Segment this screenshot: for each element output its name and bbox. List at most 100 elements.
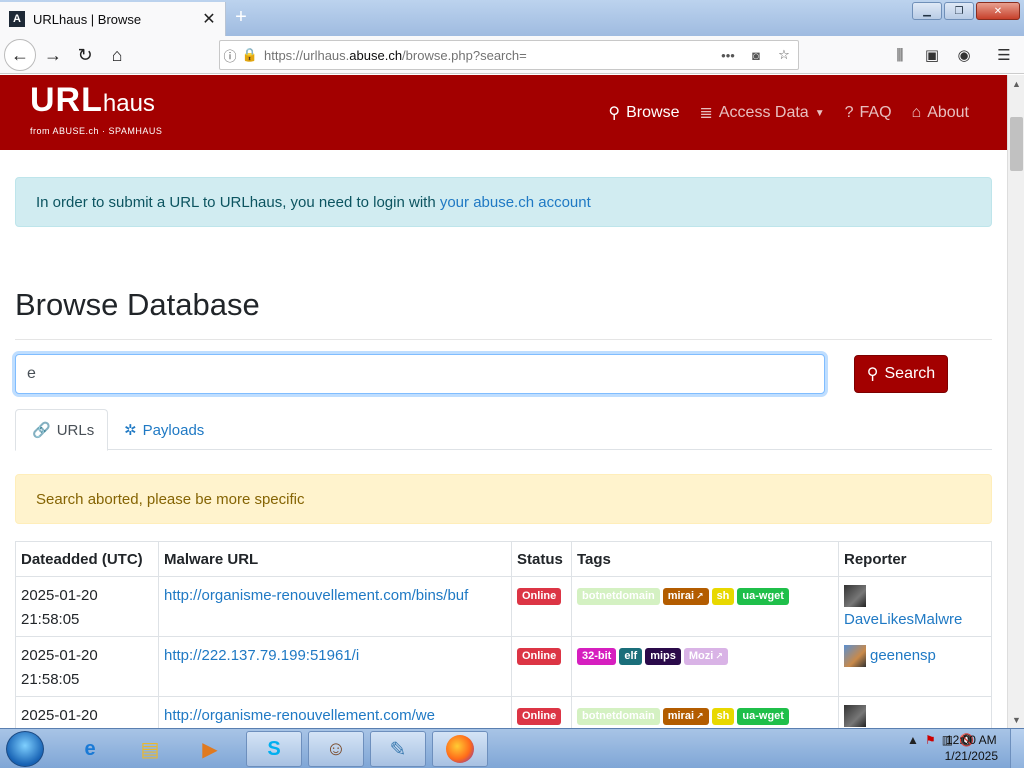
search-button[interactable]: ⚲ Search [854, 355, 948, 393]
tag-badge[interactable]: ua-wget [737, 707, 789, 725]
col-dateadded[interactable]: Dateadded (UTC) [15, 541, 159, 577]
time-text: 21:58:05 [21, 611, 80, 628]
scroll-thumb[interactable] [1010, 117, 1023, 171]
cell-status: Online [511, 576, 572, 637]
close-tab-icon[interactable]: ✕ [199, 9, 219, 29]
malware-url-link[interactable]: http://organisme-renouvellement.com/bins… [164, 587, 468, 604]
table-row: 2025-01-20 21:58:05 http://organisme-renou… [15, 576, 992, 637]
clock[interactable]: 12:00 AM 1/21/2025 [945, 732, 998, 764]
search-input[interactable] [15, 354, 825, 394]
tag-badge[interactable]: mirai ↗ [662, 587, 709, 605]
tag-label: mips [650, 649, 676, 662]
tab-urls[interactable]: 🔗 URLs [15, 409, 108, 451]
tag-badge[interactable]: botnetdomain [577, 587, 660, 605]
building-icon: ⌂ [911, 104, 922, 121]
skype-icon[interactable]: S [246, 731, 302, 767]
info-icon[interactable]: ⓘ [220, 46, 240, 65]
account-icon[interactable]: ◉ [950, 40, 978, 70]
internet-explorer-icon[interactable]: e [62, 731, 118, 767]
reporter-link[interactable]: geenensp [870, 647, 936, 664]
reload-button[interactable]: ↻ [70, 40, 100, 70]
external-link-icon: ↗ [696, 710, 704, 721]
back-button[interactable]: ← [4, 39, 36, 71]
library-icon[interactable]: ⫼ [886, 40, 914, 70]
abuse-account-link[interactable]: your abuse.ch account [440, 194, 591, 211]
home-button[interactable]: ⌂ [102, 40, 132, 70]
tag-badge[interactable]: sh [711, 707, 735, 725]
page-actions-icon[interactable]: ••• [714, 48, 742, 63]
address-bar[interactable]: ⓘ 🔒 https://urlhaus.abuse.ch/browse.php?… [219, 40, 799, 70]
show-desktop-button[interactable] [1010, 729, 1024, 768]
question-icon: ? [844, 104, 854, 121]
menu-hamburger-icon[interactable]: ☰ [990, 40, 1018, 70]
logo-from: from ABUSE.ch · SPAMHAUS [30, 126, 163, 136]
reporter-avatar[interactable] [844, 705, 866, 728]
malware-url-link[interactable]: http://222.137.79.199:51961/i [164, 647, 359, 664]
tag-badge[interactable]: mips [645, 647, 681, 665]
tab-payloads[interactable]: ✲ Payloads [108, 409, 220, 451]
page-scrollbar[interactable]: ▲ ▼ [1007, 75, 1024, 728]
urlhaus-logo[interactable]: URLhaus from ABUSE.ch · SPAMHAUS [30, 81, 162, 136]
cell-tags: 32-bit elf mips Mozi ↗ [571, 636, 839, 697]
tag-badge[interactable]: sh [711, 587, 735, 605]
reporter-avatar[interactable] [844, 645, 866, 668]
media-player-icon[interactable]: ▶ [182, 731, 238, 767]
bookmark-star-icon[interactable]: ☆ [770, 47, 798, 63]
maximize-button[interactable]: ❐ [944, 2, 974, 20]
notepad-icon[interactable]: ✎ [370, 731, 426, 767]
browser-tab-active[interactable]: A URLhaus | Browse ✕ [0, 2, 226, 36]
tag-badge[interactable]: mirai ↗ [662, 707, 709, 725]
gear-icon: ✲ [124, 422, 137, 439]
nav-access-data-label: Access Data [718, 104, 809, 121]
nav-about-label: About [927, 104, 969, 121]
site-header: URLhaus from ABUSE.ch · SPAMHAUS ⚲ Browse… [0, 75, 1007, 150]
col-reporter[interactable]: Reporter [838, 541, 992, 577]
tag-label: botnetdomain [582, 589, 655, 602]
col-tags[interactable]: Tags [571, 541, 839, 577]
cell-malware-url: http://organisme-renouvellement.com/we [158, 696, 512, 728]
pocket-icon[interactable]: ◙ [742, 48, 770, 63]
minimize-button[interactable]: ▁ [912, 2, 942, 20]
scroll-up-icon[interactable]: ▲ [1008, 75, 1024, 92]
tag-badge[interactable]: botnetdomain [577, 707, 660, 725]
reload-icon: ↻ [77, 44, 93, 65]
nav-faq[interactable]: ? FAQ [845, 103, 892, 123]
cell-tags: botnetdomain mirai ↗ sh ua-wget [571, 696, 839, 728]
database-icon: ≣ [699, 105, 713, 122]
scroll-down-icon[interactable]: ▼ [1008, 711, 1024, 728]
col-status[interactable]: Status [511, 541, 572, 577]
search-icon: ⚲ [866, 366, 879, 383]
table-body: 2025-01-20 21:58:05 http://organisme-renou… [15, 576, 992, 728]
caret-down-icon: ▼ [814, 107, 825, 119]
nav-about[interactable]: ⌂ About [912, 103, 969, 123]
new-tab-button[interactable]: + [231, 6, 251, 29]
link-icon: 🔗 [32, 422, 51, 439]
cell-status: Online [511, 696, 572, 728]
nav-access-data[interactable]: ≣ Access Data ▼ [699, 103, 824, 123]
table-header-row: Dateadded (UTC) Malware URL Status Tags … [15, 541, 992, 577]
tray-expand-icon[interactable]: ▲ [907, 733, 919, 747]
file-explorer-icon[interactable]: ▤ [122, 731, 178, 767]
tag-badge[interactable]: ua-wget [737, 587, 789, 605]
windows-taskbar: e ▤ ▶ S ☺ ✎ ▲ ⚑ ▥ 🔇 12:00 AM 1/21/2025 [0, 728, 1024, 768]
tag-badge[interactable]: Mozi ↗ [683, 647, 728, 665]
start-button[interactable] [6, 731, 44, 767]
users-app-icon[interactable]: ☺ [308, 731, 364, 767]
close-window-button[interactable]: ✕ [976, 2, 1020, 20]
firefox-icon[interactable] [432, 731, 488, 767]
tag-badge[interactable]: 32-bit [577, 647, 617, 665]
url-text[interactable]: https://urlhaus.abuse.ch/browse.php?sear… [264, 48, 714, 63]
sidebar-icon[interactable]: ▣ [918, 40, 946, 70]
malware-url-link[interactable]: http://organisme-renouvellement.com/we [164, 707, 435, 724]
tag-badge[interactable]: elf [619, 647, 643, 665]
url-suffix: /browse.php?search= [402, 47, 527, 63]
nav-browse[interactable]: ⚲ Browse [608, 103, 679, 123]
action-center-flag-icon[interactable]: ⚑ [925, 733, 936, 747]
cell-malware-url: http://222.137.79.199:51961/i [158, 636, 512, 697]
reporter-link[interactable]: DaveLikesMalwre [844, 611, 962, 628]
url-domain: abuse.ch [349, 47, 403, 63]
forward-button[interactable]: → [38, 40, 68, 70]
col-malware-url[interactable]: Malware URL [158, 541, 512, 577]
tag-label: sh [716, 709, 730, 722]
reporter-avatar[interactable] [844, 585, 866, 608]
